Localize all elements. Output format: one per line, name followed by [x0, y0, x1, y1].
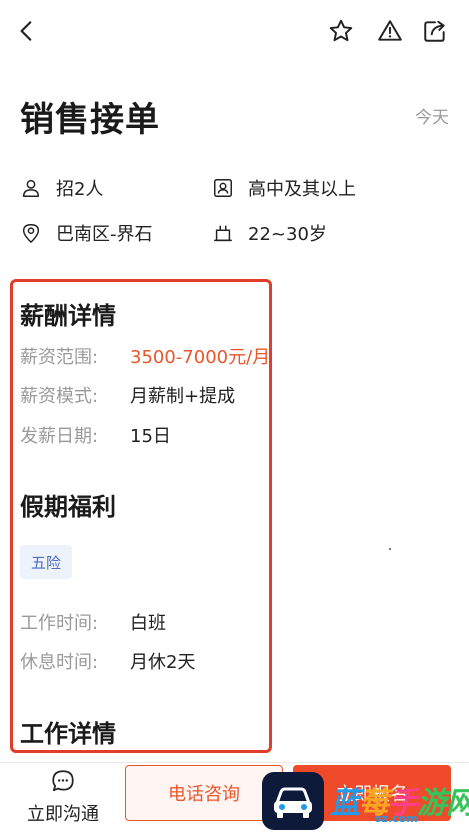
recruit-count-text: 招2人: [56, 179, 104, 200]
salary-mode-label: 薪资模式:: [20, 386, 99, 407]
education-text: 高中及其以上: [248, 179, 356, 200]
rest-time-row: 休息时间: 月休2天: [20, 648, 195, 674]
calendar-icon: [214, 225, 232, 242]
pay-date-value: 15日: [130, 426, 171, 447]
rest-time-label: 休息时间:: [20, 652, 99, 673]
share-icon: [424, 20, 445, 42]
work-time-label: 工作时间:: [20, 613, 99, 634]
chevron-left-icon: [20, 21, 32, 41]
car-icon: [274, 787, 312, 818]
pay-date-label: 发薪日期:: [20, 426, 99, 447]
post-date: 今天: [415, 108, 449, 128]
chat-button[interactable]: 立即沟通: [18, 766, 108, 828]
benefits-section-title: 假期福利: [20, 493, 116, 521]
star-icon: [329, 19, 353, 42]
watermark-url: sz.com: [375, 812, 418, 825]
recruit-count: 招2人: [20, 175, 103, 201]
watermark-logo: [262, 772, 324, 830]
age-requirement: 22~30岁: [212, 220, 327, 246]
rest-time-value: 月休2天: [130, 652, 196, 673]
job-location: 巴南区-界石: [20, 220, 153, 246]
location-text: 巴南区-界石: [56, 224, 153, 245]
benefit-tag: 五险: [20, 545, 72, 579]
salary-section-title: 薪酬详情: [20, 302, 116, 330]
pay-date-row: 发薪日期: 15日: [20, 422, 171, 448]
warning-icon: [378, 20, 402, 41]
watermark-char-1: 蓝: [330, 786, 360, 821]
stray-dot: [389, 548, 391, 550]
salary-range-row: 薪资范围: 3500-7000元/月: [20, 343, 270, 369]
favorite-button[interactable]: [326, 16, 356, 46]
chat-button-label: 立即沟通: [27, 804, 99, 825]
id-card-icon: [214, 179, 232, 197]
watermark-char-4: 游网: [417, 786, 469, 821]
salary-mode-row: 薪资模式: 月薪制+提成: [20, 382, 235, 408]
person-icon: [22, 179, 40, 197]
back-button[interactable]: [12, 16, 42, 46]
salary-range-label: 薪资范围:: [20, 347, 99, 368]
detail-section-title: 工作详情: [20, 720, 116, 748]
education-requirement: 高中及其以上: [212, 175, 356, 201]
work-time-value: 白班: [130, 613, 166, 634]
top-bar: [0, 0, 469, 64]
location-pin-icon: [22, 224, 40, 243]
work-time-row: 工作时间: 白班: [20, 609, 166, 635]
salary-range-value: 3500-7000元/月: [130, 347, 271, 368]
age-text: 22~30岁: [248, 224, 327, 245]
chat-bubble-icon: [52, 770, 74, 792]
phone-consult-button[interactable]: 电话咨询: [125, 765, 283, 821]
job-title: 销售接单: [20, 100, 160, 140]
salary-mode-value: 月薪制+提成: [130, 386, 236, 407]
share-button[interactable]: [420, 16, 450, 46]
report-button[interactable]: [375, 16, 405, 46]
